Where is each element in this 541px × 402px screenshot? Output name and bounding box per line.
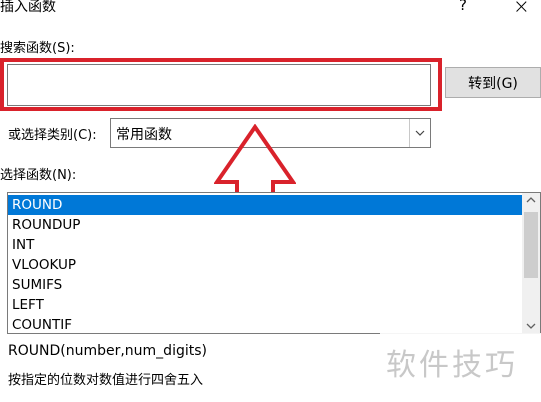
scroll-down-icon[interactable] (526, 321, 536, 331)
function-list-item[interactable]: ROUND (8, 195, 522, 215)
function-list-item[interactable]: ROUNDUP (8, 215, 522, 235)
close-icon[interactable]: × (513, 0, 530, 18)
function-list-item[interactable]: COUNTIF (8, 315, 522, 333)
function-description: 按指定的位数对数值进行四舍五入 (8, 373, 204, 388)
scroll-up-icon[interactable] (526, 195, 536, 205)
category-selected-value: 常用函数 (116, 127, 172, 143)
watermark-text: 软件技巧 (386, 348, 518, 383)
function-list-item[interactable]: INT (8, 235, 522, 255)
dialog-title: 插入函数 (0, 0, 56, 15)
function-syntax: ROUND(number,num_digits) (8, 343, 207, 359)
chevron-down-icon[interactable] (409, 119, 430, 147)
function-list-label: 选择函数(N): (0, 168, 77, 183)
function-list-items: ROUND ROUNDUP INT VLOOKUP SUMIFS LEFT COUNTIF (8, 195, 522, 333)
vertical-scrollbar[interactable] (522, 193, 540, 333)
goto-button[interactable]: 转到(G) (445, 67, 541, 98)
category-label: 或选择类别(C): (8, 128, 97, 143)
search-label: 搜索函数(S): (0, 41, 75, 56)
function-list-item[interactable]: VLOOKUP (8, 255, 522, 275)
search-input[interactable] (7, 64, 431, 106)
function-list-item[interactable]: SUMIFS (8, 275, 522, 295)
scroll-thumb[interactable] (524, 212, 538, 278)
function-listbox[interactable]: ROUND ROUNDUP INT VLOOKUP SUMIFS LEFT COUNTIF (7, 192, 541, 334)
function-list-item[interactable]: LEFT (8, 295, 522, 315)
help-icon[interactable]: ? (459, 0, 467, 14)
